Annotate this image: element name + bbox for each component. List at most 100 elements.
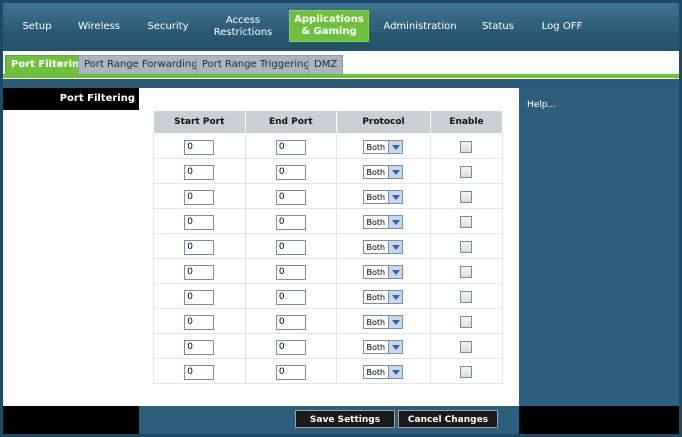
chevron-down-icon[interactable] (388, 191, 403, 203)
enable-checkbox[interactable] (460, 141, 473, 153)
nav-status[interactable]: Status (473, 3, 523, 51)
enable-checkbox[interactable] (460, 341, 473, 353)
protocol-select[interactable]: Both (363, 240, 404, 254)
enable-cell (430, 233, 504, 259)
enable-checkbox[interactable] (460, 316, 473, 328)
end-port-input[interactable] (275, 364, 306, 380)
protocol-value: Both (366, 292, 386, 302)
chevron-down-icon[interactable] (388, 291, 403, 303)
enable-cell (430, 258, 504, 284)
protocol-value: Both (366, 367, 386, 377)
start-port-input[interactable] (184, 239, 215, 255)
end-port-input[interactable] (275, 189, 306, 205)
table-row: Both (153, 183, 504, 209)
end-port-input[interactable] (275, 339, 306, 355)
enable-cell (430, 333, 504, 359)
tab-port-range-forwarding[interactable]: Port Range Forwarding (78, 55, 204, 75)
protocol-value: Both (366, 317, 386, 327)
chevron-down-icon[interactable] (388, 216, 403, 228)
enable-checkbox[interactable] (460, 216, 473, 228)
protocol-value: Both (366, 167, 386, 177)
enable-checkbox[interactable] (460, 291, 473, 303)
end-port-cell (245, 133, 338, 159)
protocol-select[interactable]: Both (363, 215, 404, 229)
protocol-value: Both (366, 192, 386, 202)
enable-checkbox[interactable] (460, 191, 473, 203)
start-port-input[interactable] (184, 339, 215, 355)
protocol-cell: Both (336, 308, 431, 334)
protocol-cell: Both (336, 158, 431, 184)
protocol-select[interactable]: Both (363, 315, 404, 329)
protocol-value: Both (366, 342, 386, 352)
start-port-cell (153, 333, 246, 359)
protocol-select[interactable]: Both (363, 190, 404, 204)
nav-access-restrictions[interactable]: Access Restrictions (208, 3, 278, 51)
chevron-down-icon[interactable] (388, 341, 403, 353)
end-port-input[interactable] (275, 139, 306, 155)
router-admin-window: Setup Wireless Security Access Restricti… (3, 3, 679, 434)
content-panel: Start Port End Port Protocol Enable Both… (139, 88, 519, 406)
end-port-input[interactable] (275, 164, 306, 180)
protocol-cell: Both (336, 358, 431, 384)
nav-security[interactable]: Security (139, 3, 197, 51)
chevron-down-icon[interactable] (388, 316, 403, 328)
end-port-input[interactable] (275, 214, 306, 230)
save-settings-button[interactable]: Save Settings (295, 410, 395, 428)
chevron-down-icon[interactable] (388, 166, 403, 178)
start-port-input[interactable] (184, 164, 215, 180)
start-port-input[interactable] (184, 189, 215, 205)
enable-checkbox[interactable] (460, 366, 473, 378)
start-port-input[interactable] (184, 314, 215, 330)
table-row: Both (153, 333, 504, 359)
protocol-cell: Both (336, 133, 431, 159)
start-port-cell (153, 133, 246, 159)
end-port-input[interactable] (275, 264, 306, 280)
protocol-select[interactable]: Both (363, 265, 404, 279)
end-port-cell (245, 258, 338, 284)
protocol-select[interactable]: Both (363, 140, 404, 154)
start-port-input[interactable] (184, 264, 215, 280)
protocol-select[interactable]: Both (363, 365, 404, 379)
protocol-select[interactable]: Both (363, 340, 404, 354)
enable-cell (430, 208, 504, 234)
end-port-cell (245, 183, 338, 209)
tab-dmz[interactable]: DMZ (308, 55, 344, 75)
nav-wireless[interactable]: Wireless (69, 3, 129, 51)
port-rows: Both Both Both Both Both Both Both Both Both Both (153, 133, 504, 384)
nav-applications-gaming[interactable]: Applications & Gaming (289, 10, 369, 42)
start-port-input[interactable] (184, 364, 215, 380)
chevron-down-icon[interactable] (388, 366, 403, 378)
enable-checkbox[interactable] (460, 241, 473, 253)
nav-administration[interactable]: Administration (381, 3, 459, 51)
nav-setup[interactable]: Setup (11, 3, 63, 51)
table-row: Both (153, 158, 504, 184)
end-port-cell (245, 283, 338, 309)
enable-checkbox[interactable] (460, 166, 473, 178)
protocol-cell: Both (336, 258, 431, 284)
start-port-cell (153, 258, 246, 284)
nav-log-off[interactable]: Log OFF (533, 3, 591, 51)
chevron-down-icon[interactable] (388, 141, 403, 153)
protocol-select[interactable]: Both (363, 290, 404, 304)
accent-divider (3, 74, 679, 78)
tab-port-range-triggering[interactable]: Port Range Triggering (196, 55, 316, 75)
enable-checkbox[interactable] (460, 266, 473, 278)
column-header-start-port: Start Port (153, 110, 246, 134)
chevron-down-icon[interactable] (388, 241, 403, 253)
end-port-cell (245, 208, 338, 234)
start-port-input[interactable] (184, 289, 215, 305)
end-port-input[interactable] (275, 239, 306, 255)
end-port-input[interactable] (275, 314, 306, 330)
end-port-cell (245, 333, 338, 359)
table-row: Both (153, 283, 504, 309)
protocol-select[interactable]: Both (363, 165, 404, 179)
cancel-changes-button[interactable]: Cancel Changes (398, 410, 498, 428)
start-port-cell (153, 358, 246, 384)
help-link[interactable]: Help... (527, 100, 556, 110)
start-port-input[interactable] (184, 139, 215, 155)
chevron-down-icon[interactable] (388, 266, 403, 278)
start-port-input[interactable] (184, 214, 215, 230)
enable-cell (430, 158, 504, 184)
enable-cell (430, 308, 504, 334)
end-port-input[interactable] (275, 289, 306, 305)
